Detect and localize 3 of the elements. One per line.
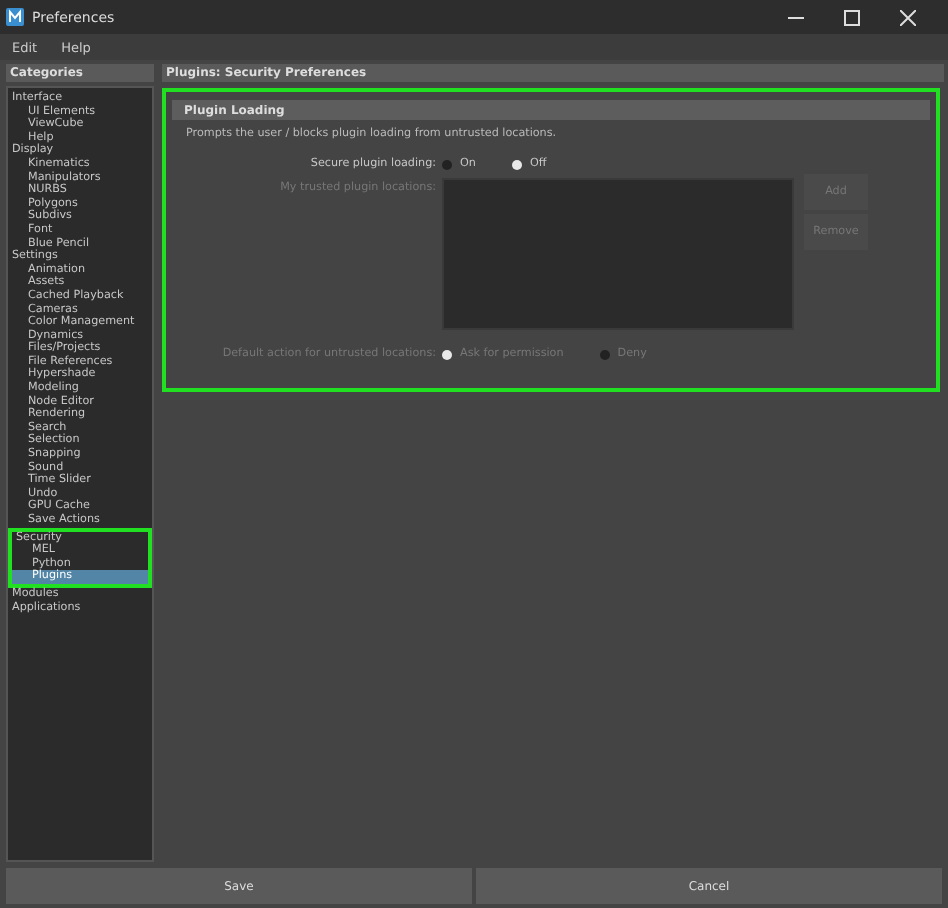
maximize-icon[interactable] (844, 9, 860, 25)
close-icon[interactable] (900, 9, 916, 25)
app-icon (6, 8, 24, 26)
